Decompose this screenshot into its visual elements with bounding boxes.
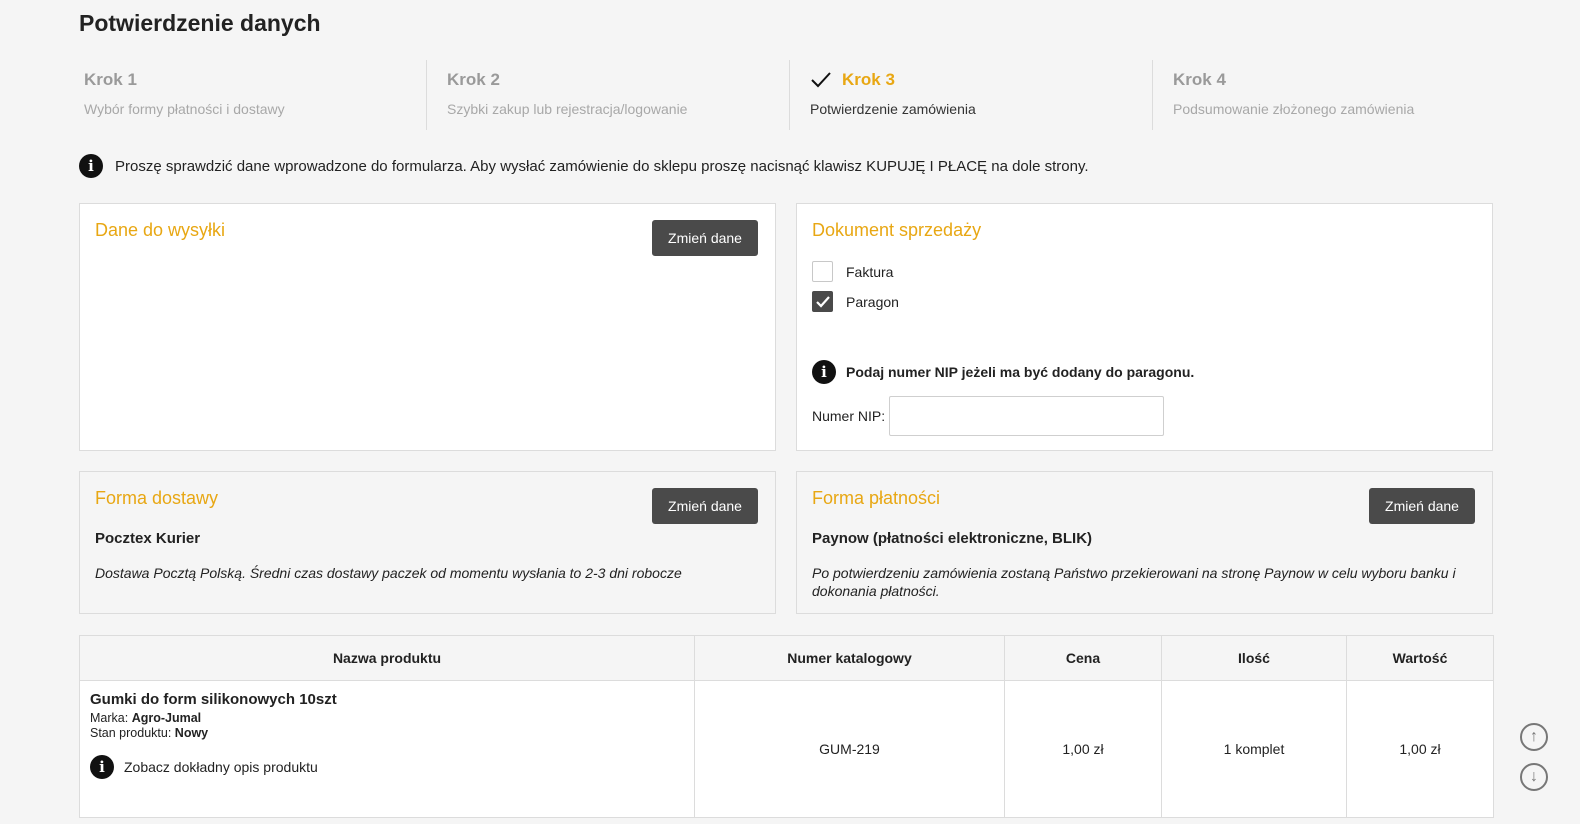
faktura-checkbox[interactable] (812, 261, 833, 282)
col-product-name: Nazwa produktu (79, 635, 695, 681)
arrow-up-icon[interactable]: ↑ (1520, 723, 1548, 751)
step-1-desc: Wybór formy płatności i dostawy (84, 101, 285, 117)
document-title: Dokument sprzedaży (812, 220, 982, 240)
faktura-option[interactable]: Faktura (812, 261, 893, 282)
nip-label: Numer NIP: (812, 408, 886, 424)
brand-label: Marka: (90, 711, 129, 725)
checkout-steps: Krok 1 Wybór formy płatności i dostawy K… (79, 60, 1515, 130)
col-value: Wartość (1346, 635, 1494, 681)
step-3-desc: Potwierdzenie zamówienia (810, 101, 976, 117)
step-2: Krok 2 Szybki zakup lub rejestracja/logo… (427, 60, 790, 130)
nip-info-text: Podaj numer NIP jeżeli ma być dodany do … (846, 364, 1195, 380)
change-delivery-button[interactable]: Zmień dane (652, 488, 758, 524)
paragon-checkbox[interactable] (812, 291, 833, 312)
paragon-label: Paragon (846, 293, 899, 310)
delivery-panel: Forma dostawy Zmień dane Pocztex Kurier … (79, 471, 776, 614)
page-title: Potwierdzenie danych (79, 10, 321, 36)
checkmark-icon (815, 295, 830, 308)
product-brand: Marka: Agro-Jumal (90, 711, 684, 725)
info-text: Proszę sprawdzić dane wprowadzone do for… (115, 157, 1089, 175)
step-3-label: Krok 3 (842, 70, 895, 89)
product-value: 1,00 zł (1346, 680, 1494, 818)
delivery-title: Forma dostawy (95, 488, 219, 508)
condition-value: Nowy (174, 726, 209, 740)
table-header-row: Nazwa produktu Numer katalogowy Cena Ilo… (79, 635, 1494, 681)
document-panel: Dokument sprzedaży Faktura Paragon i Pod… (796, 203, 1493, 451)
col-catalog-number: Numer katalogowy (694, 635, 1005, 681)
catalog-number: GUM-219 (694, 680, 1005, 818)
product-condition: Stan produktu: Nowy (90, 726, 684, 740)
info-icon: i (812, 360, 836, 384)
products-table: Nazwa produktu Numer katalogowy Cena Ilo… (79, 635, 1494, 818)
delivery-desc: Dostawa Pocztą Polską. Średni czas dosta… (95, 565, 682, 581)
info-message: i Proszę sprawdzić dane wprowadzone do f… (79, 154, 1089, 178)
payment-name: Paynow (płatności elektroniczne, BLIK) (812, 530, 1093, 547)
shipping-panel: Dane do wysyłki Zmień dane (79, 203, 776, 451)
checkmark-icon (811, 72, 831, 88)
info-icon: i (79, 154, 103, 178)
step-1-label: Krok 1 (84, 70, 137, 89)
step-4-label: Krok 4 (1173, 70, 1226, 89)
col-price: Cena (1004, 635, 1162, 681)
payment-title: Forma płatności (812, 488, 941, 508)
delivery-name: Pocztex Kurier (95, 530, 201, 547)
faktura-label: Faktura (846, 263, 894, 280)
arrow-down-icon[interactable]: ↓ (1520, 763, 1548, 791)
product-cell: Gumki do form silikonowych 10szt Marka: … (79, 680, 695, 818)
step-2-desc: Szybki zakup lub rejestracja/logowanie (447, 101, 688, 117)
table-row: Gumki do form silikonowych 10szt Marka: … (79, 680, 1494, 818)
nip-input[interactable] (889, 396, 1165, 436)
change-payment-button[interactable]: Zmień dane (1369, 488, 1475, 524)
step-2-label: Krok 2 (447, 70, 500, 89)
brand-value: Agro-Jumal (131, 711, 202, 725)
col-quantity: Ilość (1161, 635, 1347, 681)
nip-info: i Podaj numer NIP jeżeli ma być dodany d… (812, 360, 1194, 384)
step-4-desc: Podsumowanie złożonego zamówienia (1173, 101, 1415, 117)
nip-row: Numer NIP: (812, 396, 1165, 436)
step-1: Krok 1 Wybór formy płatności i dostawy (79, 60, 427, 130)
payment-desc: Po potwierdzeniu zamówienia zostaną Pańs… (812, 565, 1456, 599)
shipping-title: Dane do wysyłki (95, 220, 226, 240)
step-3: Krok 3 Potwierdzenie zamówienia (790, 60, 1153, 130)
step-4: Krok 4 Podsumowanie złożonego zamówienia (1153, 60, 1515, 130)
product-quantity: 1 komplet (1161, 680, 1347, 818)
condition-label: Stan produktu: (90, 726, 172, 740)
product-name: Gumki do form silikonowych 10szt (90, 691, 337, 708)
payment-panel: Forma płatności Zmień dane Paynow (płatn… (796, 471, 1493, 614)
product-price: 1,00 zł (1004, 680, 1162, 818)
paragon-option[interactable]: Paragon (812, 291, 899, 312)
info-icon: i (90, 755, 114, 779)
product-details-text[interactable]: Zobacz dokładny opis produktu (124, 759, 318, 775)
change-shipping-button[interactable]: Zmień dane (652, 220, 758, 256)
product-details-link[interactable]: i Zobacz dokładny opis produktu (90, 755, 684, 779)
